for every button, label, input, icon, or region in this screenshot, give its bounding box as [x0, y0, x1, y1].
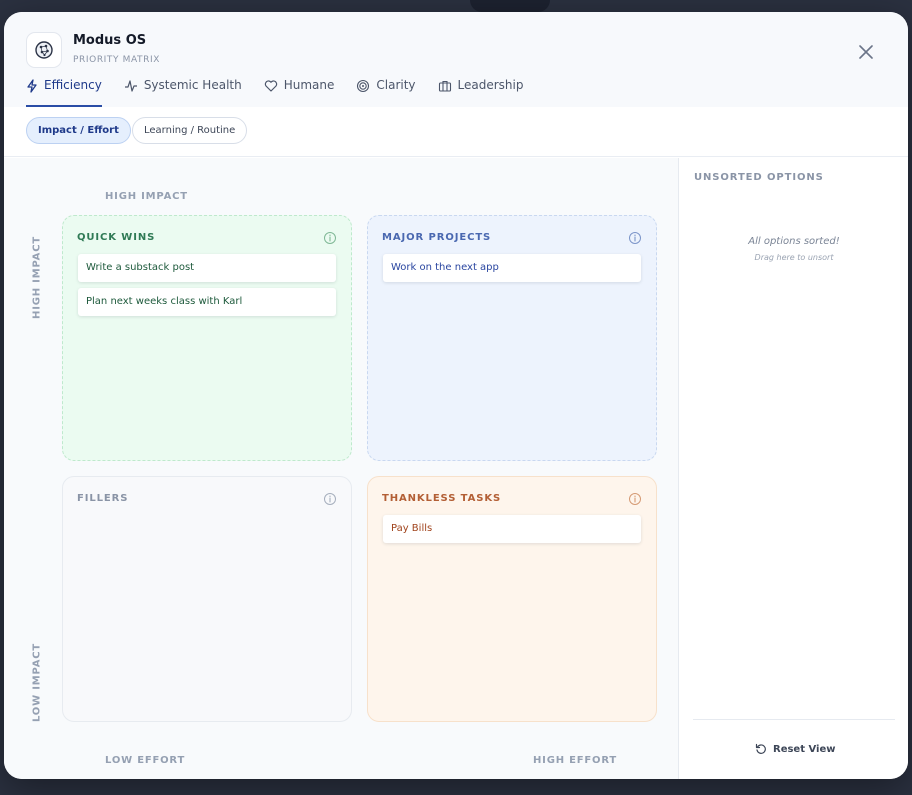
task-card[interactable]: Work on the next app [383, 254, 641, 282]
tab-efficiency[interactable]: Efficiency [26, 76, 102, 107]
backdrop [470, 0, 550, 12]
close-button[interactable] [856, 42, 876, 62]
tab-humane[interactable]: Humane [264, 76, 335, 107]
quadrant-thankless-tasks[interactable]: THANKLESS TASKS Pay Bills [367, 476, 657, 722]
reset-icon [755, 743, 766, 754]
info-icon[interactable] [628, 231, 642, 245]
briefcase-icon [438, 80, 451, 92]
quadrant-title: QUICK WINS [77, 232, 156, 243]
app-subtitle: PRIORITY MATRIX [73, 55, 160, 65]
sidebar-title: UNSORTED OPTIONS [694, 172, 824, 183]
view-toggle-bar: Impact / Effort Learning / Routine [4, 107, 908, 157]
priority-matrix: HIGH IMPACT HIGH IMPACT LOW IMPACT LOW E… [4, 158, 678, 779]
view-impact-effort-button[interactable]: Impact / Effort [26, 117, 131, 144]
tab-systemic-health[interactable]: Systemic Health [124, 76, 242, 107]
info-icon[interactable] [628, 492, 642, 506]
modal-header: Modus OS PRIORITY MATRIX Efficiency Syst… [4, 12, 908, 107]
task-card[interactable]: Plan next weeks class with Karl [78, 288, 336, 316]
axis-label-left-bottom: LOW IMPACT [31, 643, 43, 723]
axis-label-top: HIGH IMPACT [105, 191, 188, 202]
reset-view-button[interactable]: Reset View [755, 739, 836, 759]
view-learning-routine-button[interactable]: Learning / Routine [132, 117, 248, 144]
quadrant-quick-wins[interactable]: QUICK WINS Write a substack post Plan ne… [62, 215, 352, 461]
tab-label: Clarity [376, 78, 416, 92]
divider [693, 719, 895, 720]
empty-message: All options sorted! [748, 236, 840, 247]
tab-label: Humane [283, 78, 335, 92]
priority-matrix-modal: Modus OS PRIORITY MATRIX Efficiency Syst… [4, 12, 908, 779]
tab-label: Leadership [457, 78, 524, 92]
target-icon [357, 79, 370, 93]
tab-leadership[interactable]: Leadership [438, 76, 524, 107]
task-card[interactable]: Pay Bills [383, 515, 641, 543]
info-icon[interactable] [323, 492, 337, 506]
axis-label-bottom-right: HIGH EFFORT [533, 755, 618, 766]
pulse-icon [124, 80, 137, 92]
bolt-icon [27, 79, 37, 93]
quadrant-title: MAJOR PROJECTS [382, 232, 492, 243]
quadrant-title: THANKLESS TASKS [382, 493, 502, 504]
axis-label-left-top: HIGH IMPACT [31, 236, 43, 319]
heart-icon [264, 80, 277, 92]
brain-logo-icon [35, 41, 53, 59]
tab-label: Systemic Health [143, 78, 242, 92]
task-card[interactable]: Write a substack post [78, 254, 336, 282]
info-icon[interactable] [323, 231, 337, 245]
close-icon [859, 45, 873, 59]
empty-hint: Drag here to unsort [754, 253, 834, 262]
app-title: Modus OS [73, 33, 147, 48]
quadrant-title: FILLERS [77, 493, 129, 504]
axis-label-bottom-left: LOW EFFORT [105, 755, 186, 766]
tab-bar: Efficiency Systemic Health Humane Clarit… [26, 76, 545, 107]
tab-clarity[interactable]: Clarity [356, 76, 416, 107]
app-logo [26, 32, 62, 68]
quadrant-major-projects[interactable]: MAJOR PROJECTS Work on the next app [367, 215, 657, 461]
tab-label: Efficiency [44, 78, 102, 92]
unsorted-options-panel: UNSORTED OPTIONS All options sorted! Dra… [678, 158, 908, 779]
quadrant-fillers[interactable]: FILLERS [62, 476, 352, 722]
unsort-dropzone[interactable]: All options sorted! Drag here to unsort [694, 202, 894, 722]
reset-label: Reset View [773, 743, 836, 755]
